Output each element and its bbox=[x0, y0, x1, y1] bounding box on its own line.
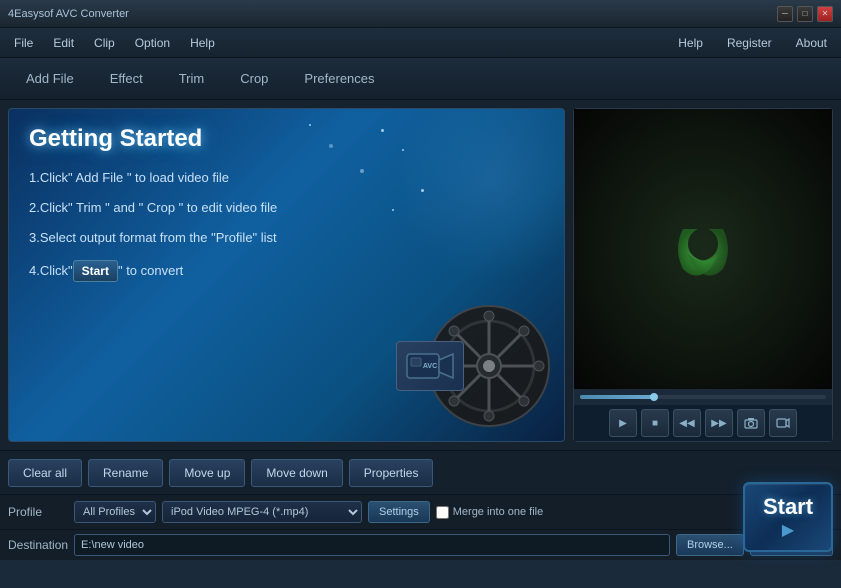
destination-input[interactable] bbox=[74, 534, 670, 556]
merge-checkbox[interactable] bbox=[436, 506, 449, 519]
maximize-button[interactable]: □ bbox=[797, 6, 813, 22]
menu-help[interactable]: Help bbox=[180, 32, 225, 54]
start-button-label: Start bbox=[763, 494, 813, 520]
move-up-button[interactable]: Move up bbox=[169, 459, 245, 487]
play-button[interactable]: ▶ bbox=[609, 409, 637, 437]
snapshot-button[interactable] bbox=[737, 409, 765, 437]
tab-add-file[interactable]: Add File bbox=[8, 65, 92, 92]
gs-step-2: 2.Click" Trim " and " Crop " to edit vid… bbox=[29, 199, 544, 217]
seekbar-fill bbox=[580, 395, 654, 399]
menubar: File Edit Clip Option Help Help Register… bbox=[0, 28, 841, 58]
getting-started-panel: Getting Started 1.Click" Add File " to l… bbox=[8, 108, 565, 442]
preview-screen bbox=[574, 109, 832, 389]
menu-right-group: Help Register About bbox=[668, 32, 837, 54]
gs-step-1: 1.Click" Add File " to load video file bbox=[29, 169, 544, 187]
gs-start-badge: Start bbox=[73, 260, 118, 283]
format-select[interactable]: iPod Video MPEG-4 (*.mp4) bbox=[162, 501, 362, 523]
controls-row: Clear all Rename Move up Move down Prope… bbox=[0, 450, 841, 494]
destination-label: Destination bbox=[8, 538, 68, 552]
bottom-area: Profile All Profiles iPod Video MPEG-4 (… bbox=[0, 494, 841, 560]
gs-step-4: 4.Click"Start" to convert bbox=[29, 260, 544, 283]
preview-logo-icon bbox=[663, 209, 743, 289]
minimize-button[interactable]: ─ bbox=[777, 6, 793, 22]
preview-seekbar[interactable] bbox=[574, 389, 832, 405]
tab-crop[interactable]: Crop bbox=[222, 65, 286, 92]
getting-started-title: Getting Started bbox=[29, 125, 544, 153]
move-down-button[interactable]: Move down bbox=[251, 459, 342, 487]
svg-text:AVC: AVC bbox=[423, 363, 437, 370]
profile-label: Profile bbox=[8, 505, 68, 519]
menu-option[interactable]: Option bbox=[125, 32, 180, 54]
seekbar-handle[interactable] bbox=[650, 393, 658, 401]
properties-button[interactable]: Properties bbox=[349, 459, 434, 487]
profile-select[interactable]: All Profiles bbox=[74, 501, 156, 523]
toolbar: Add File Effect Trim Crop Preferences bbox=[0, 58, 841, 100]
start-arrow-icon: ▶ bbox=[782, 520, 794, 540]
camera-button[interactable] bbox=[769, 409, 797, 437]
stop-button[interactable]: ■ bbox=[641, 409, 669, 437]
start-button[interactable]: Start ▶ bbox=[743, 482, 833, 552]
merge-label: Merge into one file bbox=[453, 506, 544, 518]
destination-row: Destination Browse... Open Folder bbox=[0, 529, 841, 560]
menu-edit[interactable]: Edit bbox=[43, 32, 84, 54]
menu-file[interactable]: File bbox=[4, 32, 43, 54]
close-button[interactable]: ✕ bbox=[817, 6, 833, 22]
browse-button[interactable]: Browse... bbox=[676, 534, 744, 556]
tab-trim[interactable]: Trim bbox=[161, 65, 223, 92]
tab-effect[interactable]: Effect bbox=[92, 65, 161, 92]
settings-button[interactable]: Settings bbox=[368, 501, 430, 523]
app-title: 4Easysof AVC Converter bbox=[8, 8, 777, 20]
gs-step-3: 3.Select output format from the "Profile… bbox=[29, 229, 544, 247]
titlebar: 4Easysof AVC Converter ─ □ ✕ bbox=[0, 0, 841, 28]
preview-controls: ▶ ■ ◀◀ ▶▶ bbox=[574, 405, 832, 441]
seekbar-track[interactable] bbox=[580, 395, 826, 399]
avc-badge: AVC bbox=[396, 341, 464, 391]
menu-clip[interactable]: Clip bbox=[84, 32, 125, 54]
tab-preferences[interactable]: Preferences bbox=[286, 65, 392, 92]
window-controls: ─ □ ✕ bbox=[777, 6, 833, 22]
merge-checkbox-group: Merge into one file bbox=[436, 506, 544, 519]
rewind-button[interactable]: ◀◀ bbox=[673, 409, 701, 437]
menu-help-right[interactable]: Help bbox=[668, 32, 713, 54]
main-area: Getting Started 1.Click" Add File " to l… bbox=[0, 100, 841, 450]
menu-register[interactable]: Register bbox=[717, 32, 782, 54]
clear-all-button[interactable]: Clear all bbox=[8, 459, 82, 487]
rename-button[interactable]: Rename bbox=[88, 459, 163, 487]
settings-row: Profile All Profiles iPod Video MPEG-4 (… bbox=[0, 494, 841, 529]
preview-panel: ▶ ■ ◀◀ ▶▶ bbox=[573, 108, 833, 442]
fast-forward-button[interactable]: ▶▶ bbox=[705, 409, 733, 437]
menu-about[interactable]: About bbox=[786, 32, 837, 54]
